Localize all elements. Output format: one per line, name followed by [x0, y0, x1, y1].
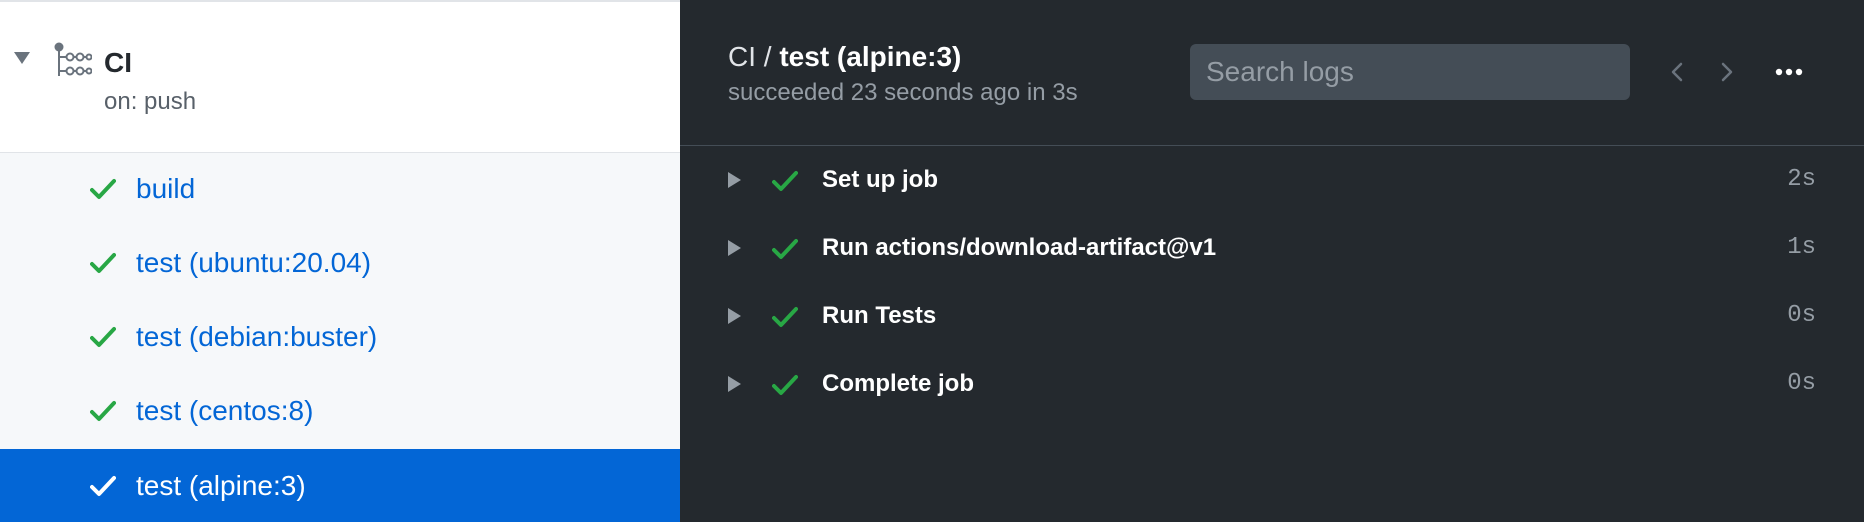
- workflow-trigger: on: push: [104, 88, 197, 115]
- breadcrumb-workflow[interactable]: CI: [728, 41, 756, 72]
- job-item-build[interactable]: build: [0, 152, 680, 226]
- workflow-header: CI on: push: [0, 2, 680, 153]
- breadcrumb-job: test (alpine:3): [779, 41, 962, 72]
- step-name: Run actions/download-artifact@v1: [822, 234, 1217, 261]
- job-label: build: [136, 173, 196, 204]
- job-label: test (debian:buster): [136, 321, 378, 352]
- log-panel: CI / test (alpine:3) succeeded 23 second…: [680, 0, 1864, 522]
- job-label: test (centos:8): [136, 395, 314, 426]
- success-check-icon: [772, 307, 798, 327]
- success-check-icon: [772, 375, 798, 395]
- step-row[interactable]: Complete job 0s: [680, 350, 1864, 418]
- workflow-title: CI: [104, 47, 132, 78]
- job-label: test (alpine:3): [136, 470, 306, 501]
- job-label: test (ubuntu:20.04): [136, 247, 372, 278]
- kebab-horizontal-icon[interactable]: [1770, 58, 1810, 86]
- step-name: Complete job: [822, 370, 975, 397]
- expand-arrow-icon[interactable]: [728, 240, 741, 256]
- step-duration: 0s: [1787, 370, 1816, 397]
- breadcrumb-separator: /: [756, 41, 780, 72]
- step-duration: 0s: [1787, 302, 1816, 329]
- search-logs-input[interactable]: [1190, 44, 1630, 100]
- step-duration: 1s: [1787, 234, 1816, 261]
- job-item-test-debian[interactable]: test (debian:buster): [0, 300, 680, 374]
- step-duration: 2s: [1787, 166, 1816, 193]
- expand-arrow-icon[interactable]: [728, 376, 741, 392]
- success-check-icon: [90, 401, 116, 421]
- job-item-test-ubuntu[interactable]: test (ubuntu:20.04): [0, 226, 680, 300]
- expand-arrow-icon[interactable]: [728, 308, 741, 324]
- job-item-test-centos[interactable]: test (centos:8): [0, 374, 680, 448]
- success-check-icon: [772, 171, 798, 191]
- job-item-test-alpine[interactable]: test (alpine:3): [0, 449, 680, 522]
- step-name: Run Tests: [822, 302, 937, 329]
- log-header: CI / test (alpine:3) succeeded 23 second…: [680, 0, 1864, 146]
- breadcrumb: CI / test (alpine:3): [728, 40, 961, 74]
- collapse-toggle-icon[interactable]: [14, 52, 30, 64]
- success-check-icon: [90, 179, 116, 199]
- success-check-icon: [772, 239, 798, 259]
- step-name: Set up job: [822, 166, 938, 193]
- success-check-icon: [90, 327, 116, 347]
- workflow-icon: [54, 42, 92, 76]
- jobs-sidebar: CI on: push build test (ubuntu:20.04) te…: [0, 0, 680, 522]
- chevron-left-icon[interactable]: [1664, 58, 1692, 86]
- job-status-text: succeeded 23 seconds ago in 3s: [728, 79, 1078, 106]
- step-row[interactable]: Run actions/download-artifact@v1 1s: [680, 214, 1864, 282]
- expand-arrow-icon[interactable]: [728, 172, 741, 188]
- step-row[interactable]: Run Tests 0s: [680, 282, 1864, 350]
- actions-run-view: CI on: push build test (ubuntu:20.04) te…: [0, 0, 1864, 522]
- success-check-icon: [90, 476, 116, 496]
- success-check-icon: [90, 253, 116, 273]
- step-row[interactable]: Set up job 2s: [680, 146, 1864, 214]
- chevron-right-icon[interactable]: [1712, 58, 1740, 86]
